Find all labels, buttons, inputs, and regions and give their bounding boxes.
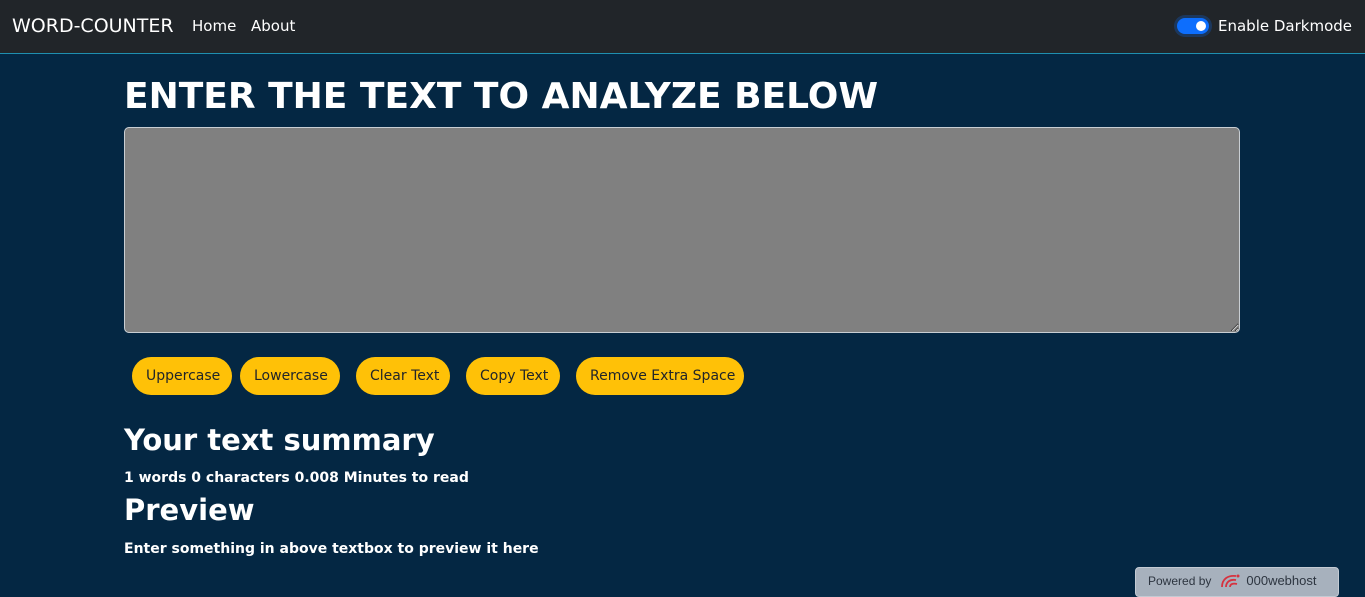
text-input[interactable]: [124, 127, 1240, 333]
lowercase-button[interactable]: Lowercase: [240, 357, 340, 395]
darkmode-switch[interactable]: [1177, 18, 1209, 34]
copy-text-button[interactable]: Copy Text: [466, 357, 560, 395]
page-title: ENTER THE TEXT TO ANALYZE BELOW: [124, 76, 879, 117]
powered-by-badge[interactable]: Powered by 000webhost: [1135, 567, 1339, 597]
clear-text-button[interactable]: Clear Text: [356, 357, 450, 395]
brand-link[interactable]: WORD-COUNTER: [12, 15, 174, 37]
preview-title: Preview: [124, 493, 255, 527]
nav-link-about[interactable]: About: [251, 17, 295, 35]
000webhost-logo-icon: [1221, 574, 1240, 588]
summary-title: Your text summary: [124, 423, 435, 457]
preview-text: Enter something in above textbox to prev…: [124, 541, 539, 557]
remove-extra-space-button[interactable]: Remove Extra Space: [576, 357, 744, 395]
nav-link-home[interactable]: Home: [192, 17, 236, 35]
summary-stats: 1 words 0 characters 0.008 Minutes to re…: [124, 470, 469, 486]
navbar: WORD-COUNTER Home About Enable Darkmode: [0, 0, 1365, 54]
powered-by-label: Powered by: [1148, 574, 1212, 588]
uppercase-button[interactable]: Uppercase: [132, 357, 232, 395]
darkmode-toggle-group: Enable Darkmode: [1177, 15, 1352, 37]
darkmode-label[interactable]: Enable Darkmode: [1218, 17, 1352, 35]
switch-knob: [1196, 21, 1206, 31]
host-name: 000webhost: [1246, 573, 1317, 588]
